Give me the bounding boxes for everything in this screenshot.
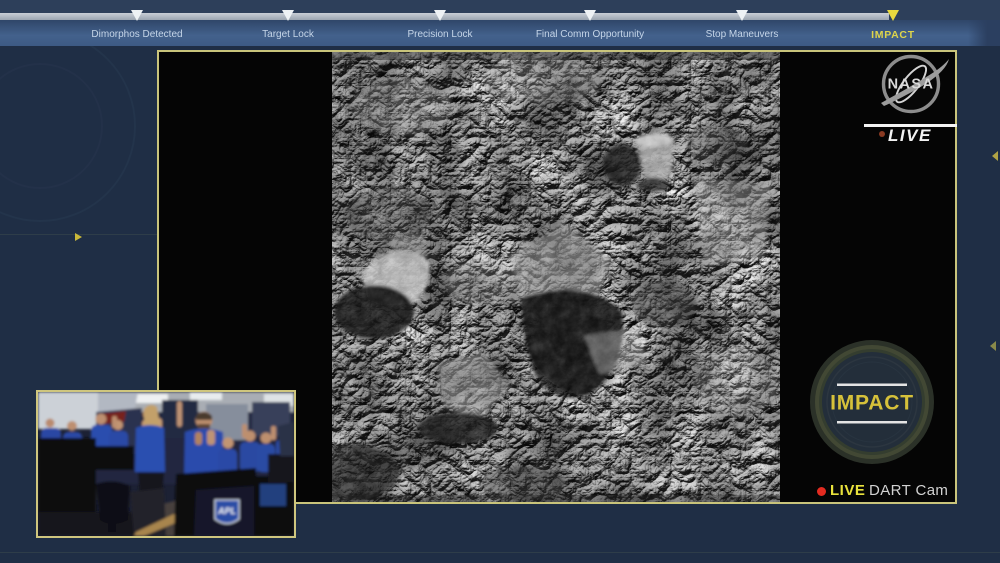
svg-text:IMPACT: IMPACT xyxy=(830,392,914,415)
svg-text:APL: APL xyxy=(217,506,236,516)
svg-text:NASA: NASA xyxy=(888,77,935,93)
